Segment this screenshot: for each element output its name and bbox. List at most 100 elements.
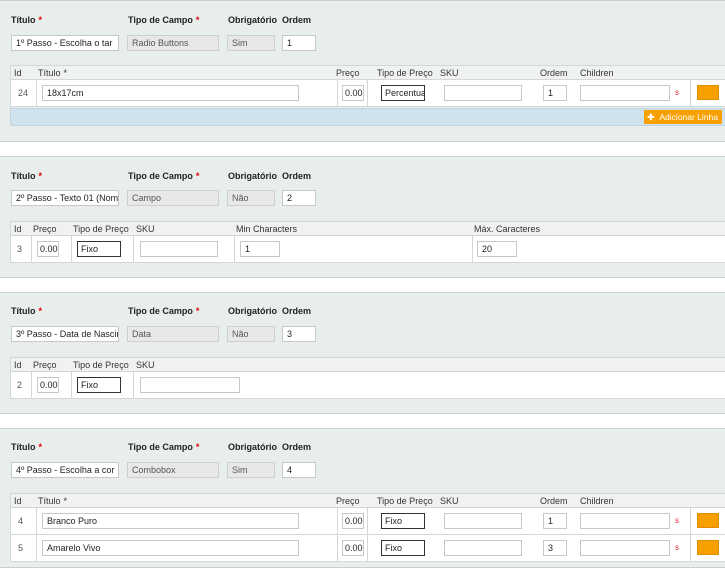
tipo-campo-field: Radio Buttons [127,35,219,51]
row-tipo-preco-select[interactable]: Fixo [77,377,121,393]
row-titulo-input[interactable]: Amarelo Vivo [42,540,299,556]
col-titulo: Título * [38,496,68,506]
row-ordem-input[interactable]: 1 [543,513,567,529]
section-step-2: Título * Tipo de Campo * Obrigatório Ordem… [0,156,725,278]
row-max-caracteres-input[interactable]: 20 [477,241,517,257]
titulo-input[interactable]: 4º Passo - Escolha a cor [11,462,119,478]
col-id: Id [14,224,22,234]
row-sku-input[interactable] [140,241,218,257]
row-sku-input[interactable] [140,377,240,393]
tipo-campo-field: Combobox [127,462,219,478]
titulo-input[interactable]: 3º Passo - Data de Nascimento [11,326,119,342]
tipo-campo-field: Campo [127,190,219,206]
row-id: 24 [18,88,29,98]
col-max-caracteres: Máx. Caracteres [474,224,541,234]
row-s-link[interactable]: s [675,88,679,97]
row-id: 4 [18,516,24,526]
plus-icon: ✚ [647,112,655,122]
col-min-characters: Min Characters [236,224,298,234]
row-titulo-input[interactable]: 18x17cm [42,85,299,101]
row-s-link[interactable]: s [675,543,679,552]
col-ordem: Ordem [540,68,568,78]
row-children-input[interactable] [580,513,670,529]
row-tipo-preco-select[interactable]: Fixo [381,540,425,556]
obrigatorio-field: Sim [227,35,275,51]
options-table-header: Id Preço Tipo de Preço SKU [10,357,725,372]
obrigatorio-field: Não [227,190,275,206]
col-children: Children [580,496,614,506]
row-tipo-preco-select[interactable]: Percentual [381,85,425,101]
ordem-label: Ordem [282,15,312,25]
row-preco-input[interactable]: 0.00 [342,540,364,556]
row-preco-input[interactable]: 0.00 [37,241,59,257]
row-id: 2 [17,380,23,390]
section-step-1: Título * Tipo de Campo * Obrigatório Ordem… [0,0,725,142]
titulo-label: Título * [11,15,43,25]
row-children-input[interactable] [580,85,670,101]
tipo-campo-label: Tipo de Campo * [128,15,200,25]
obrigatorio-field: Sim [227,462,275,478]
ordem-input[interactable]: 1 [282,35,316,51]
row-s-link[interactable]: s [675,516,679,525]
row-id: 3 [17,244,23,254]
tipo-campo-field: Data [127,326,219,342]
col-sku: SKU [136,224,155,234]
titulo-label: Título * [11,306,43,316]
ordem-input[interactable]: 2 [282,190,316,206]
table-row: 2 0.00 Fixo [10,372,725,399]
ordem-input[interactable]: 3 [282,326,316,342]
row-remove-button[interactable] [697,513,719,528]
row-sku-input[interactable] [444,513,522,529]
obrigatorio-label: Obrigatório [228,15,277,25]
col-titulo: Título * [38,68,68,78]
col-tipo-preco: Tipo de Preço [377,496,433,506]
col-preco: Preço [336,496,360,506]
col-preco: Preço [33,224,57,234]
options-table-header: Id Preço Tipo de Preço SKU Min Character… [10,221,725,236]
col-ordem: Ordem [540,496,568,506]
titulo-input[interactable]: 1º Passo - Escolha o tar [11,35,119,51]
ordem-label: Ordem [282,306,312,316]
col-sku: SKU [136,360,155,370]
col-preco: Preço [33,360,57,370]
options-table-header: Id Título * Preço Tipo de Preço SKU Ordem… [10,493,725,508]
row-min-characters-input[interactable]: 1 [240,241,280,257]
add-row-button[interactable]: ✚ Adicionar Linha [644,110,722,124]
col-preco: Preço [336,68,360,78]
col-id: Id [14,360,22,370]
row-ordem-input[interactable]: 1 [543,85,567,101]
row-ordem-input[interactable]: 3 [543,540,567,556]
col-sku: SKU [440,496,459,506]
row-tipo-preco-select[interactable]: Fixo [77,241,121,257]
obrigatorio-label: Obrigatório [228,442,277,452]
col-id: Id [14,68,22,78]
row-remove-button[interactable] [697,540,719,555]
tipo-campo-label: Tipo de Campo * [128,171,200,181]
obrigatorio-label: Obrigatório [228,306,277,316]
row-preco-input[interactable]: 0.00 [342,513,364,529]
row-preco-input[interactable]: 0.00 [342,85,364,101]
col-sku: SKU [440,68,459,78]
row-children-input[interactable] [580,540,670,556]
ordem-label: Ordem [282,171,312,181]
add-row-bar: ✚ Adicionar Linha [10,108,725,126]
section-step-3: Título * Tipo de Campo * Obrigatório Ordem… [0,292,725,414]
row-sku-input[interactable] [444,540,522,556]
row-sku-input[interactable] [444,85,522,101]
tipo-campo-label: Tipo de Campo * [128,306,200,316]
ordem-label: Ordem [282,442,312,452]
col-tipo-preco: Tipo de Preço [73,224,129,234]
titulo-label: Título * [11,442,43,452]
row-id: 5 [18,543,24,553]
titulo-input[interactable]: 2º Passo - Texto 01 (Nome) [11,190,119,206]
titulo-label: Título * [11,171,43,181]
table-row: 5 Amarelo Vivo 0.00 Fixo 3 s [10,535,725,562]
row-titulo-input[interactable]: Branco Puro [42,513,299,529]
table-row: 3 0.00 Fixo 1 20 [10,236,725,263]
ordem-input[interactable]: 4 [282,462,316,478]
row-remove-button[interactable] [697,85,719,100]
row-tipo-preco-select[interactable]: Fixo [381,513,425,529]
row-preco-input[interactable]: 0.00 [37,377,59,393]
col-tipo-preco: Tipo de Preço [73,360,129,370]
options-table-header: Id Título * Preço Tipo de Preço SKU Ordem… [10,65,725,80]
